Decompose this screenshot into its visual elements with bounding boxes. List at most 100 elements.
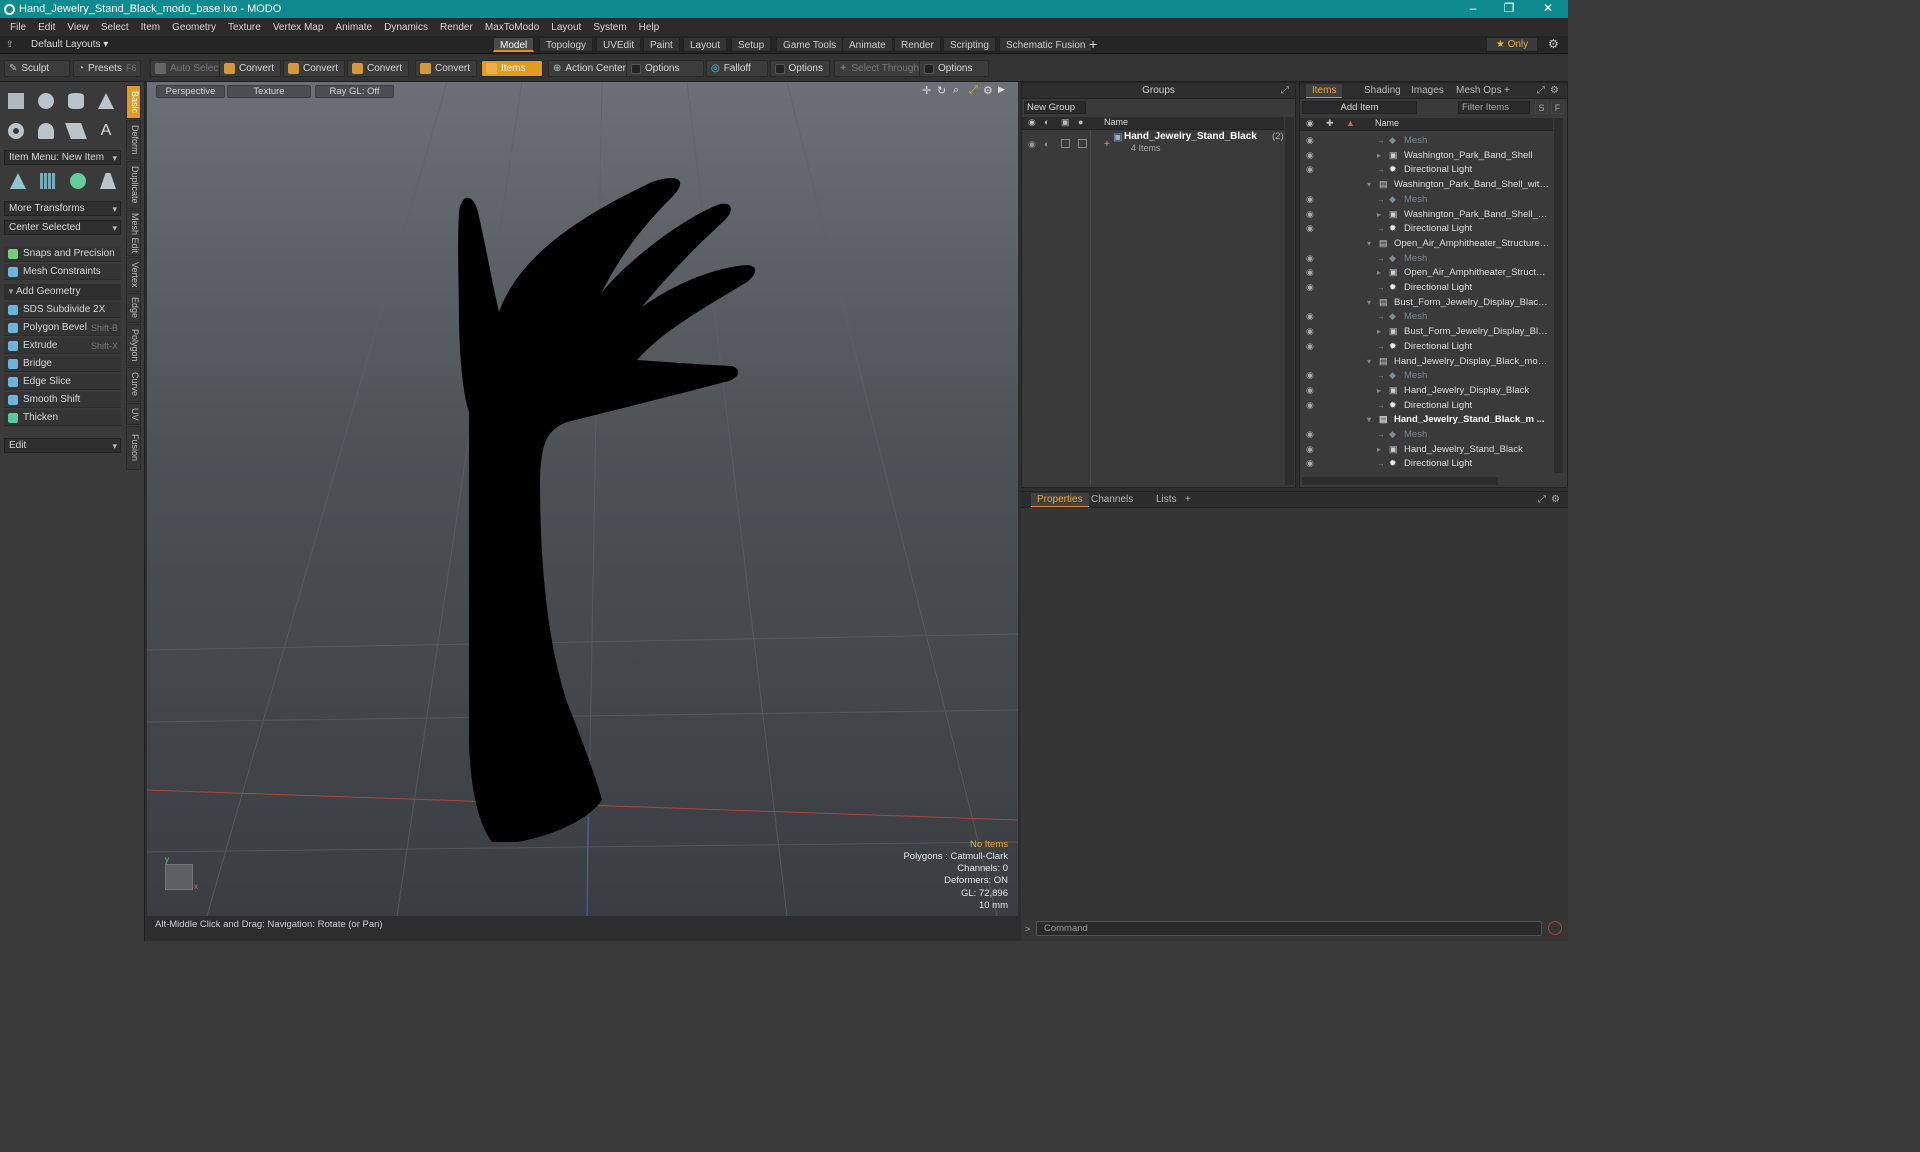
expand-triangle-icon[interactable]: ▸ <box>1377 442 1381 457</box>
scene-row[interactable]: ▾ ▤ Washington_Park_Band_Shell_with_ ... <box>1300 177 1550 192</box>
torus-icon[interactable] <box>3 118 29 144</box>
visibility-eye-icon[interactable]: ◉ <box>1306 162 1314 177</box>
select-through-button[interactable]: ✦ Select Through <box>834 60 927 77</box>
render-toggle-icon[interactable]: ◐ <box>1044 139 1049 149</box>
perspective-view-dropdown[interactable]: Perspective <box>156 85 225 98</box>
edit-dropdown[interactable]: Edit <box>4 438 121 453</box>
tool-smooth-shift[interactable]: Smooth Shift <box>4 392 121 408</box>
vtab-edge[interactable]: Edge <box>126 293 141 323</box>
sphere-icon[interactable] <box>33 88 59 114</box>
transform-icon[interactable] <box>5 168 31 194</box>
expand-triangle-icon[interactable]: ▸ <box>1377 148 1381 163</box>
filter-s-button[interactable]: S <box>1535 101 1548 114</box>
pen-icon[interactable] <box>63 118 89 144</box>
filter-f-button[interactable]: F <box>1551 101 1564 114</box>
center-selected-dropdown[interactable]: Center Selected <box>4 220 121 235</box>
light-row[interactable]: ◉ → ✹ Directional Light <box>1300 221 1550 236</box>
scene-row[interactable]: ▾ ▤ Open_Air_Amphitheater_Structure_ ... <box>1300 236 1550 251</box>
visibility-eye-icon[interactable]: ◉ <box>1306 280 1314 295</box>
visibility-eye-icon[interactable]: ◉ <box>1306 398 1314 413</box>
light-row[interactable]: ◉ → ✹ Directional Light <box>1300 456 1550 471</box>
menu-maxtomodo[interactable]: MaxToModo <box>479 22 545 33</box>
close-button[interactable]: ✕ <box>1530 0 1566 18</box>
action-center-button[interactable]: ⊕ Action Center <box>548 60 633 77</box>
tab-images[interactable]: Images <box>1405 84 1450 98</box>
shading-texture-dropdown[interactable]: Texture <box>227 85 311 98</box>
presets-button[interactable]: ◔ Presets F6 <box>73 60 141 77</box>
expand-triangle-icon[interactable]: ▾ <box>1367 295 1371 310</box>
menu-vertex-map[interactable]: Vertex Map <box>267 22 330 33</box>
move-view-icon[interactable]: ✛ <box>922 84 931 97</box>
tab-schematic-fusion[interactable]: Schematic Fusion <box>999 37 1093 52</box>
gear-icon[interactable]: ⚙ <box>1550 83 1559 98</box>
tool-thicken[interactable]: Thicken <box>4 410 121 426</box>
mesh-row[interactable]: ◉ → ◆ Mesh <box>1300 427 1550 442</box>
vtab-curve[interactable]: Curve <box>126 367 141 402</box>
mesh-row[interactable]: ◉ → ◆ Mesh <box>1300 251 1550 266</box>
visibility-eye-icon[interactable]: ◉ <box>1306 427 1314 442</box>
gear-icon[interactable]: ⚙ <box>1548 37 1559 51</box>
scene-row[interactable]: ▾ ▤ Hand_Jewelry_Stand_Black_m ... <box>1300 412 1550 427</box>
menu-animate[interactable]: Animate <box>329 22 378 33</box>
auto-select-button[interactable]: Auto Select <box>150 60 229 77</box>
action-center-options-button[interactable]: Options <box>626 60 704 77</box>
expand-panel-icon[interactable]: ⤢ <box>1281 83 1289 98</box>
command-expand-icon[interactable]: > <box>1025 924 1030 934</box>
tab-items[interactable]: Items <box>1306 84 1343 98</box>
expand-panel-icon[interactable]: ⤢ <box>1537 83 1545 98</box>
scene-row[interactable]: ▾ ▤ Bust_Form_Jewelry_Display_Black_m... <box>1300 295 1550 310</box>
vtab-duplicate[interactable]: Duplicate <box>126 161 141 209</box>
rotate-view-icon[interactable]: ↻ <box>937 84 946 97</box>
tab-paint[interactable]: Paint <box>643 37 680 52</box>
item-row[interactable]: ◉ ▸ ▣ Bust_Form_Jewelry_Display_Black <box>1300 324 1550 339</box>
visibility-eye-icon[interactable]: ◉ <box>1306 207 1314 222</box>
item-menu-dropdown[interactable]: Item Menu: New Item <box>4 150 121 165</box>
light-row[interactable]: ◉ → ✹ Directional Light <box>1300 398 1550 413</box>
filter-items-input[interactable]: Filter Items <box>1458 101 1530 114</box>
visibility-eye-icon[interactable]: ◉ <box>1306 383 1314 398</box>
expand-triangle-icon[interactable]: ▾ <box>1367 412 1371 427</box>
mesh-row[interactable]: ◉ → ◆ Mesh <box>1300 309 1550 324</box>
perspective-grid-icon[interactable] <box>95 168 121 194</box>
snaps-precision-button[interactable]: Snaps and Precision <box>4 246 121 262</box>
3d-viewport[interactable]: Perspective Texture Ray GL: Off ✛ ↻ ⌕ ⤢ … <box>147 82 1018 916</box>
expand-group-icon[interactable]: + <box>1104 139 1110 150</box>
globe-icon[interactable] <box>65 168 91 194</box>
visibility-eye-icon[interactable]: ◉ <box>1306 251 1314 266</box>
menu-view[interactable]: View <box>61 22 95 33</box>
light-row[interactable]: ◉ → ✹ Directional Light <box>1300 162 1550 177</box>
select-checkbox[interactable] <box>1078 139 1087 148</box>
tab-setup[interactable]: Setup <box>731 37 772 52</box>
mesh-constraints-button[interactable]: Mesh Constraints <box>4 264 121 280</box>
tab-game-tools[interactable]: Game Tools <box>776 37 844 52</box>
menu-help[interactable]: Help <box>633 22 666 33</box>
item-row[interactable]: ◉ ▸ ▣ Washington_Park_Band_Shell_wit ... <box>1300 207 1550 222</box>
add-tab-button[interactable]: + <box>1179 493 1197 507</box>
tool-sds-subdivide[interactable]: SDS Subdivide 2X <box>4 302 121 318</box>
visibility-eye-icon[interactable]: ◉ <box>1306 221 1314 236</box>
menu-edit[interactable]: Edit <box>32 22 61 33</box>
visibility-eye-icon[interactable]: ◉ <box>1306 265 1314 280</box>
menu-file[interactable]: File <box>4 22 32 33</box>
tab-topology[interactable]: Topology <box>539 37 594 52</box>
eye-icon[interactable]: ◉ <box>1028 139 1036 150</box>
capsule-icon[interactable] <box>33 118 59 144</box>
add-layout-tab-button[interactable]: + <box>1089 36 1097 52</box>
zoom-view-icon[interactable]: ⌕ <box>953 84 959 97</box>
tab-layout[interactable]: Layout <box>683 37 728 52</box>
viewport-expand-icon[interactable]: ▶ <box>998 84 1005 95</box>
menu-system[interactable]: System <box>587 22 632 33</box>
mesh-row[interactable]: ◉ → ◆ Mesh <box>1300 133 1550 148</box>
mesh-row[interactable]: ◉ → ◆ Mesh <box>1300 192 1550 207</box>
viewport-settings-icon[interactable]: ⚙ <box>983 84 993 97</box>
lock-checkbox[interactable] <box>1061 139 1070 148</box>
tab-scripting[interactable]: Scripting <box>943 37 996 52</box>
cylinder-icon[interactable] <box>63 88 89 114</box>
convert-polygons-button[interactable]: Convert <box>347 60 410 77</box>
vtab-polygon[interactable]: Polygon <box>126 324 141 366</box>
new-group-button[interactable]: New Group <box>1024 101 1086 114</box>
visibility-eye-icon[interactable]: ◉ <box>1306 309 1314 324</box>
menu-select[interactable]: Select <box>95 22 135 33</box>
expand-triangle-icon[interactable]: ▸ <box>1377 324 1381 339</box>
tab-lists[interactable]: Lists <box>1150 493 1183 507</box>
